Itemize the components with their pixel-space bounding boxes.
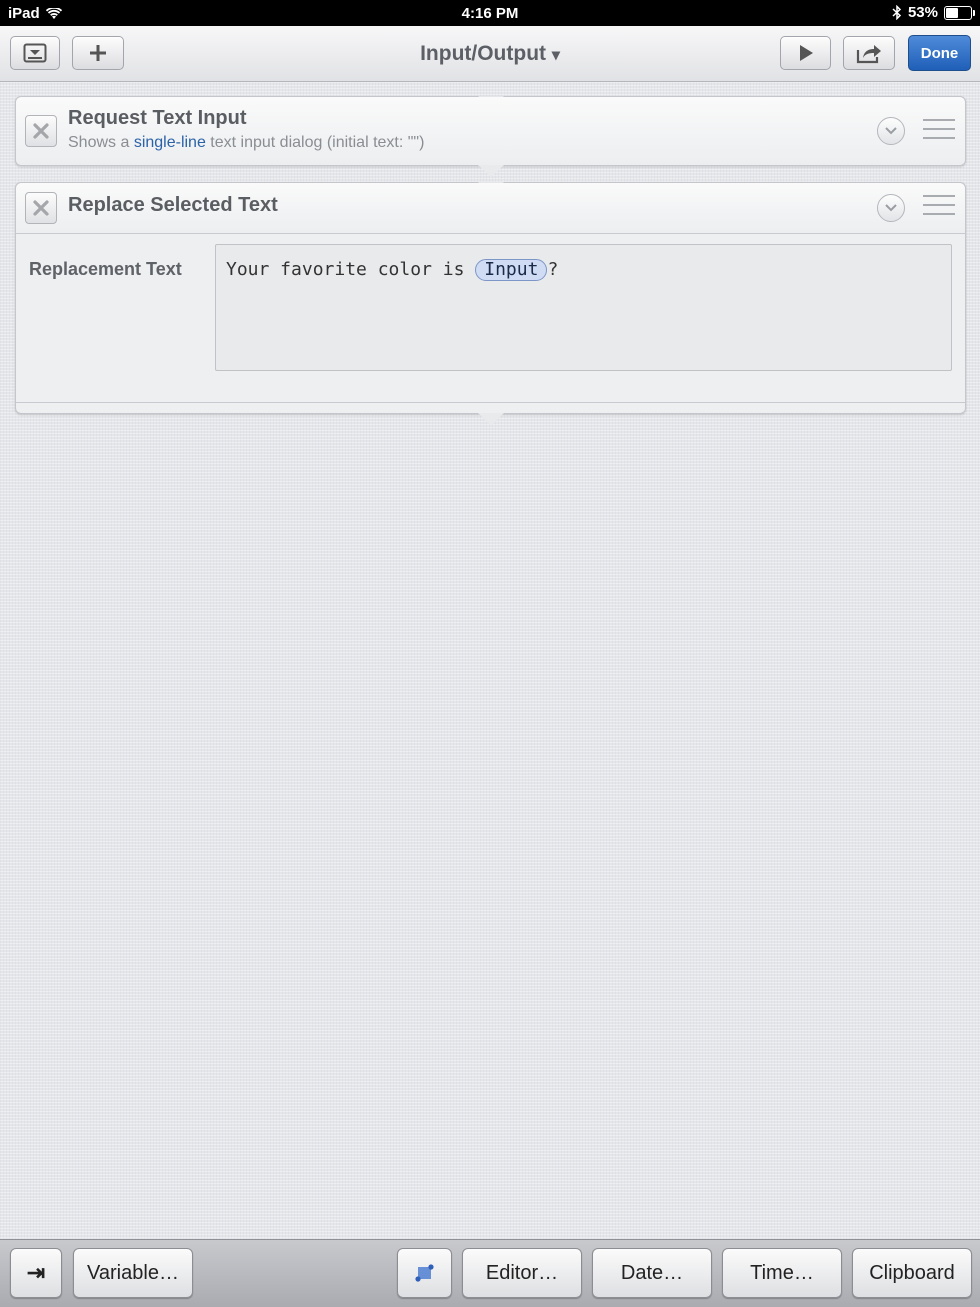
expand-action-button[interactable] [877, 117, 905, 145]
share-icon [856, 45, 881, 64]
nav-bar: Input/Output ▾ Done [0, 26, 980, 82]
card-divider [16, 402, 965, 403]
tab-icon: ⇥ [26, 1260, 46, 1285]
clipboard-button[interactable]: Clipboard [852, 1248, 972, 1298]
action-title: Request Text Input [68, 107, 247, 129]
cursor-selection-button[interactable] [397, 1248, 452, 1298]
status-bar: iPad 4:16 PM 53% [0, 0, 980, 26]
chevron-down-icon [885, 127, 897, 135]
battery-icon [944, 5, 975, 20]
action-card-request-text-input[interactable]: Request Text Input Shows a single-line t… [15, 96, 966, 177]
chevron-down-icon [885, 204, 897, 212]
done-button[interactable]: Done [908, 35, 971, 71]
editor-button[interactable]: Editor… [462, 1248, 582, 1298]
replacement-text-field[interactable]: Your favorite color is Input? [215, 244, 952, 371]
action-subtitle: Shows a single-line text input dialog (i… [68, 134, 425, 151]
chevron-down-icon: ▾ [551, 47, 560, 64]
run-button[interactable] [780, 36, 831, 70]
delete-action-button[interactable] [25, 192, 57, 224]
tab-key-button[interactable]: ⇥ [10, 1248, 62, 1298]
variable-button[interactable]: Variable… [73, 1248, 193, 1298]
delete-action-button[interactable] [25, 115, 57, 147]
action-card-replace-selected-text[interactable]: Replace Selected Text Replacement Text Y… [15, 182, 966, 425]
input-variable-token[interactable]: Input [475, 259, 548, 281]
battery-fill [946, 7, 958, 18]
play-icon [799, 45, 813, 61]
share-button[interactable] [843, 36, 895, 70]
close-icon [33, 200, 49, 216]
page-title: Input/Output [420, 42, 547, 65]
reorder-handle[interactable] [923, 195, 955, 222]
date-button[interactable]: Date… [592, 1248, 712, 1298]
category-picker[interactable]: Input/Output ▾ [0, 42, 980, 66]
accessory-bar: ⇥ Variable… Editor… Date… Time… Clipboar… [0, 1239, 980, 1307]
bluetooth-icon [892, 5, 902, 20]
connector-notch [478, 413, 504, 425]
replacement-text-label: Replacement Text [29, 259, 182, 279]
single-line-link[interactable]: single-line [134, 134, 206, 151]
reorder-handle[interactable] [923, 119, 955, 146]
time-button[interactable]: Time… [722, 1248, 842, 1298]
selection-cursor-icon [414, 1264, 434, 1282]
collapse-action-button[interactable] [877, 194, 905, 222]
battery-percent: 53% [907, 4, 938, 21]
close-icon [33, 123, 49, 139]
connector-notch [478, 165, 504, 177]
clock: 4:16 PM [461, 5, 519, 22]
action-title: Replace Selected Text [68, 194, 278, 216]
